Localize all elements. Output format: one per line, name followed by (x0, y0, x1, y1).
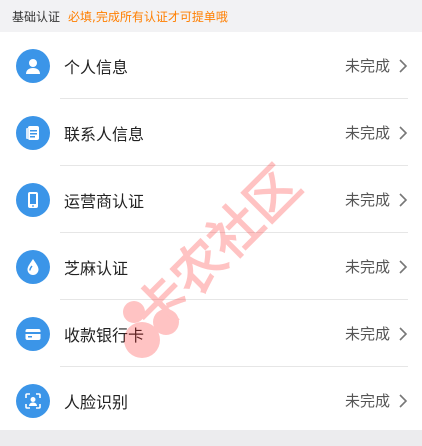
row-label: 运营商认证 (64, 191, 145, 211)
list-item-face-recognition[interactable]: 人脸识别 未完成 (0, 367, 422, 434)
row-label: 收款银行卡 (64, 325, 145, 345)
section-title: 基础认证 (12, 9, 61, 24)
bottom-strip (0, 430, 422, 446)
person-icon (16, 48, 50, 83)
chevron-right-icon (399, 192, 408, 207)
bank-card-icon (16, 316, 50, 351)
row-label: 芝麻认证 (64, 258, 129, 278)
row-status: 未完成 (344, 124, 390, 142)
chevron-right-icon (399, 326, 408, 341)
row-status: 未完成 (344, 258, 390, 276)
section-note: 必填,完成所有认证才可提单哦 (68, 9, 228, 24)
sesame-drop-icon (16, 249, 50, 284)
face-scan-icon (16, 383, 50, 418)
list-item-sesame-verification[interactable]: 芝麻认证 未完成 (0, 233, 422, 300)
list-item-contact-info[interactable]: 联系人信息 未完成 (0, 99, 422, 166)
row-status: 未完成 (344, 325, 390, 343)
chevron-right-icon (399, 393, 408, 408)
row-label: 人脸识别 (64, 392, 129, 412)
list-item-personal-info[interactable]: 个人信息 未完成 (0, 32, 422, 99)
chevron-right-icon (399, 58, 408, 73)
list-item-bank-card[interactable]: 收款银行卡 未完成 (0, 300, 422, 367)
chevron-right-icon (399, 125, 408, 140)
row-label: 联系人信息 (64, 124, 145, 144)
section-header: 基础认证 必填,完成所有认证才可提单哦 (0, 0, 422, 32)
list-item-carrier-verification[interactable]: 运营商认证 未完成 (0, 166, 422, 233)
row-status: 未完成 (344, 191, 390, 209)
verification-list: 个人信息 未完成 联系人信息 未完成 运营商认证 未完成 芝麻认证 未完成 收款… (0, 32, 422, 434)
row-status: 未完成 (344, 57, 390, 75)
row-status: 未完成 (344, 392, 390, 410)
row-label: 个人信息 (64, 57, 129, 77)
phone-icon (16, 182, 50, 217)
chevron-right-icon (399, 259, 408, 274)
contact-card-icon (16, 115, 50, 150)
